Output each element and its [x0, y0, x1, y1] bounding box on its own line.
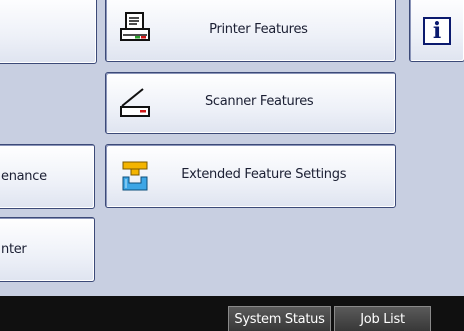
- counter-button[interactable]: nter: [0, 217, 95, 282]
- scanner-icon: [120, 88, 150, 117]
- extended-feature-settings-label: Extended Feature Settings: [181, 167, 347, 182]
- job-list-button[interactable]: Job List: [334, 306, 431, 331]
- status-bar: System Status Job List: [0, 296, 464, 331]
- main-screen: enance nter Printer Features Scanner Fea…: [0, 0, 464, 331]
- left-menu-button-top[interactable]: [0, 0, 97, 64]
- printer-features-button[interactable]: Printer Features: [105, 0, 396, 62]
- info-button[interactable]: i: [409, 0, 464, 62]
- scanner-features-label: Scanner Features: [204, 94, 314, 109]
- info-icon: i: [423, 17, 451, 45]
- extended-feature-settings-button[interactable]: Extended Feature Settings: [105, 144, 396, 208]
- extended-feature-icon: [122, 161, 148, 191]
- maintenance-label: enance: [1, 169, 47, 184]
- printer-features-label: Printer Features: [209, 22, 308, 37]
- printer-icon: [120, 12, 150, 41]
- maintenance-button[interactable]: enance: [0, 144, 95, 209]
- system-status-button[interactable]: System Status: [228, 306, 331, 331]
- scanner-features-button[interactable]: Scanner Features: [105, 72, 396, 134]
- counter-label: nter: [1, 242, 27, 257]
